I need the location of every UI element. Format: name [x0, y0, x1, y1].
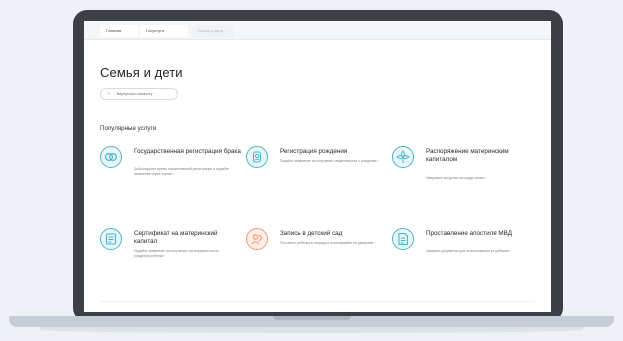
chevron-right-icon: ›: [374, 241, 376, 245]
flower-icon: [392, 146, 414, 168]
chevron-right-icon: ›: [164, 253, 166, 258]
service-card-apostille[interactable]: Проставление апостиля МВД Заверьте докум…: [392, 228, 537, 290]
kindergarten-icon: [246, 228, 268, 250]
document-icon: [392, 228, 414, 250]
service-description: Подайте заявление на получение свидетель…: [280, 159, 379, 163]
service-description: Заверьте документы для использования за …: [426, 249, 511, 253]
laptop-screen: Главная Госуслуги Семья и дети Семья и д…: [84, 21, 551, 312]
chevron-right-icon: ›: [173, 171, 175, 176]
section-title: Популярные услуги: [100, 125, 157, 132]
service-card-kindergarten[interactable]: Запись в детский сад Поставьте ребенка в…: [246, 228, 391, 290]
baby-icon: [246, 146, 268, 168]
chevron-right-icon: ›: [377, 159, 379, 163]
service-card-birth[interactable]: Регистрация рождения Подайте заявление н…: [246, 146, 391, 208]
back-button-label: Вернуться к каталогу: [117, 92, 153, 96]
chevron-right-icon: ›: [509, 249, 511, 253]
service-description: Направьте средства на нужды семьи ›: [426, 176, 487, 180]
service-title[interactable]: Сертификат на материнский капитал: [134, 230, 242, 246]
browser-tab-strip: Главная Госуслуги Семья и дети: [84, 21, 551, 40]
certificate-icon: [100, 228, 122, 250]
service-card-certificate[interactable]: Сертификат на материнский капитал Подайт…: [100, 228, 245, 290]
service-title[interactable]: Распоряжение материнским капиталом: [426, 148, 534, 164]
chevron-right-icon: ›: [485, 176, 487, 180]
service-title[interactable]: Регистрация рождения: [280, 148, 388, 156]
chevron-left-icon: ‹: [108, 91, 110, 97]
service-title[interactable]: Запись в детский сад: [280, 230, 388, 238]
service-card-maternity-capital[interactable]: Распоряжение материнским капиталом Напра…: [392, 146, 537, 208]
service-card-marriage[interactable]: Государственная регистрация брака Заброн…: [100, 146, 245, 208]
laptop-notch: [273, 316, 351, 320]
service-title[interactable]: Государственная регистрация брака: [134, 148, 242, 156]
tab-family[interactable]: Семья и дети: [192, 25, 234, 37]
rings-icon: [100, 146, 122, 168]
tab-services[interactable]: Госуслуги: [140, 25, 188, 37]
page-divider: [100, 301, 535, 302]
service-description: Поставьте ребенка в очередь и отслеживай…: [280, 241, 376, 245]
tab-home[interactable]: Главная: [100, 25, 138, 37]
service-title[interactable]: Проставление апостиля МВД: [426, 230, 534, 238]
service-description: Забронируйте время торжественной регистр…: [134, 167, 229, 176]
service-description: Подайте заявление на получение сертифика…: [134, 249, 219, 258]
laptop-shadow: [40, 327, 583, 333]
back-to-catalog-button[interactable]: ‹ Вернуться к каталогу: [100, 88, 178, 100]
page-title: Семья и дети: [100, 65, 183, 80]
